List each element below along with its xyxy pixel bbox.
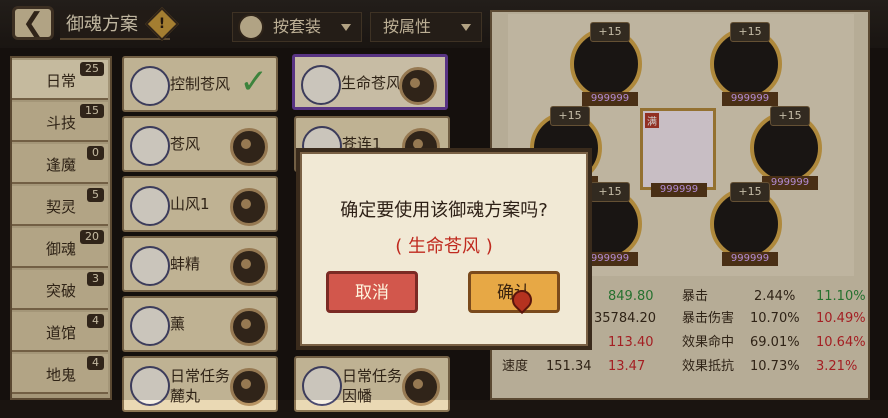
dialog-preset-name: ( 生命苍风 ) [395, 236, 493, 257]
dialog-question: 确定要使用该御魂方案吗? [340, 200, 548, 221]
cancel-button[interactable]: 取消 [326, 271, 418, 313]
